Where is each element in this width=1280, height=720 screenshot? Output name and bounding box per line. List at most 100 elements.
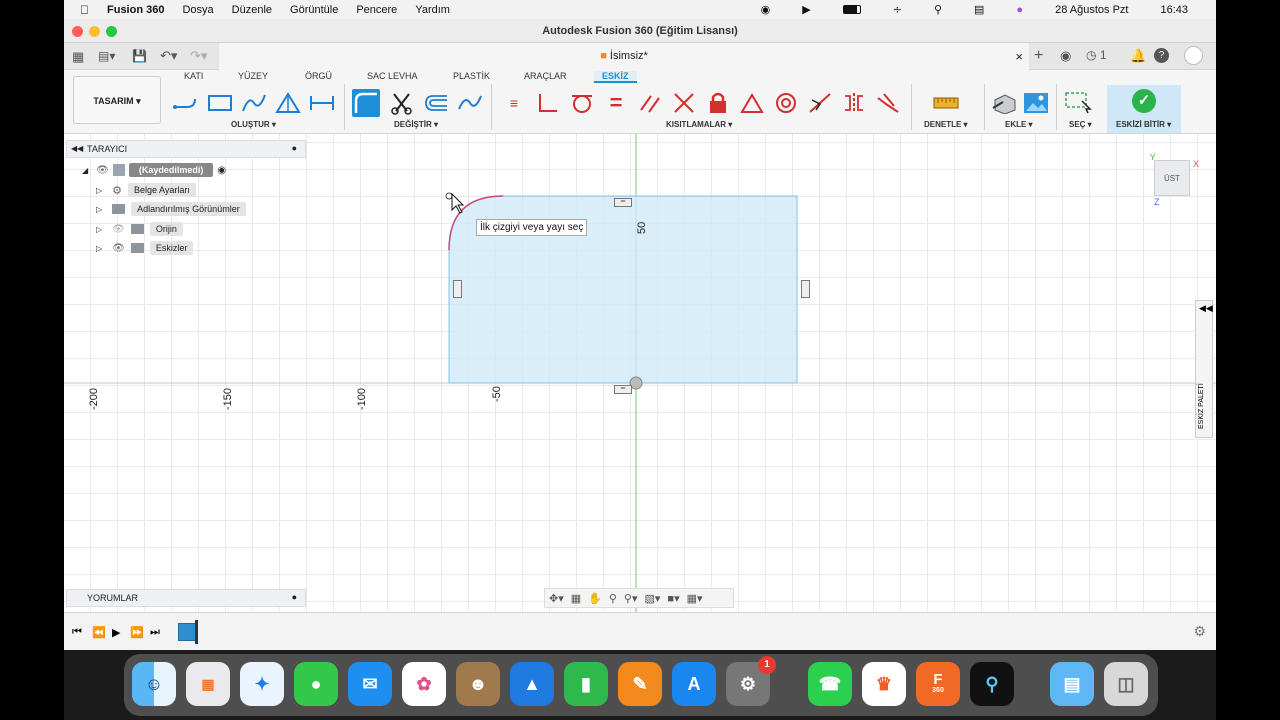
grid-settings-icon[interactable]: ■▾ xyxy=(667,592,679,605)
triangle-tool[interactable] xyxy=(274,89,302,117)
viewcube[interactable]: ÜST xyxy=(1154,160,1190,196)
vertical-constraint-glyph-left[interactable] xyxy=(453,280,462,298)
group-finish-sketch[interactable]: ESKİZİ BİTİR ▾ xyxy=(1116,120,1171,129)
expand-caret-icon[interactable]: ▷ xyxy=(96,186,102,195)
wifi-icon[interactable]: ∻ xyxy=(893,3,902,16)
expand-palette-icon[interactable]: ◀◀ xyxy=(1199,303,1213,314)
triangle-constraint-icon[interactable] xyxy=(738,89,766,117)
group-create[interactable]: OLUŞTUR ▾ xyxy=(231,120,276,129)
collapse-browser-icon[interactable]: ◀◀ xyxy=(71,144,83,153)
mail-icon[interactable]: ✉ xyxy=(348,662,392,706)
visibility-eye-icon[interactable]: 👁 xyxy=(112,243,125,254)
horizontal-constraint-glyph-bottom[interactable]: ═ xyxy=(614,385,632,394)
menu-yardim[interactable]: Yardım xyxy=(415,4,450,16)
fusion360-icon[interactable]: F 360 xyxy=(916,662,960,706)
parallel-constraint-icon[interactable] xyxy=(636,89,664,117)
look-at-icon[interactable]: ▦ xyxy=(571,592,581,605)
browser-item-belge-ayarlari[interactable]: ▷ ⚙ Belge Ayarları xyxy=(96,183,196,197)
fix-constraint-icon[interactable]: ≡ xyxy=(500,89,528,117)
document-tab[interactable]: ■ İsimsiz* × xyxy=(219,43,1029,70)
offset-tool[interactable] xyxy=(422,89,450,117)
launchpad-icon[interactable]: ▦ xyxy=(186,662,230,706)
sketch-canvas[interactable]: ═ ═ 50 İlk çizgiyi veya yayı seç -200 -1… xyxy=(64,134,1216,612)
tab-araclar[interactable]: ARAÇLAR xyxy=(524,71,567,81)
curvature-constraint-icon[interactable] xyxy=(874,89,902,117)
zoom-window-button[interactable] xyxy=(106,26,117,37)
insert-image-tool[interactable] xyxy=(1022,89,1050,117)
browser-item-named-views[interactable]: ▷ Adlandırılmış Görünümler xyxy=(96,202,246,216)
system-settings-icon[interactable]: ⚙ 1 xyxy=(726,656,776,706)
finder-icon[interactable]: ☺ xyxy=(132,662,176,706)
tab-sac-levha[interactable]: SAC LEVHA xyxy=(367,71,418,81)
display-settings-icon[interactable]: ▧▾ xyxy=(645,592,661,605)
select-tool[interactable] xyxy=(1064,89,1092,117)
browser-panel-header[interactable]: ◀◀ TARAYICI ● xyxy=(66,140,306,158)
photos-icon[interactable]: ✿ xyxy=(402,662,446,706)
vertical-constraint-glyph-right[interactable] xyxy=(801,280,810,298)
lock-constraint-icon[interactable] xyxy=(704,89,732,117)
timeline-marker[interactable] xyxy=(195,620,198,644)
expand-caret-icon[interactable]: ▷ xyxy=(96,205,102,214)
menu-goruntule[interactable]: Görüntüle xyxy=(290,4,338,16)
equal-constraint-icon[interactable]: = xyxy=(602,89,630,117)
spline-tool[interactable] xyxy=(240,89,268,117)
concentric-constraint-icon[interactable] xyxy=(772,89,800,117)
tab-plastik[interactable]: PLASTİK xyxy=(453,71,490,81)
file-menu-icon[interactable]: ▤▾ xyxy=(98,49,115,63)
spotlight-icon[interactable]: ⚲ xyxy=(934,3,942,16)
group-select[interactable]: SEÇ ▾ xyxy=(1069,120,1092,129)
extensions-icon[interactable]: ◉ xyxy=(1060,48,1071,64)
activate-radio-icon[interactable]: ◉ xyxy=(217,165,226,176)
play-timeline-icon[interactable]: ▶ xyxy=(112,626,120,639)
control-center-icon[interactable]: ▤ xyxy=(974,3,984,16)
visibility-eye-icon[interactable]: 👁 xyxy=(96,165,109,176)
job-status-icon[interactable]: ◷ 1 xyxy=(1086,48,1107,62)
step-forward-icon[interactable]: ⏩ xyxy=(130,626,144,639)
add-comment-icon[interactable]: ● xyxy=(292,592,297,602)
close-tab-icon[interactable]: × xyxy=(1015,43,1023,70)
menu-dosya[interactable]: Dosya xyxy=(182,4,213,16)
pan-hand-icon[interactable]: ✋ xyxy=(588,592,602,605)
pages-icon[interactable]: ✎ xyxy=(618,662,662,706)
browser-item-orijin[interactable]: ▷ 👁 Orijin xyxy=(96,222,183,236)
trim-tool[interactable] xyxy=(388,89,416,117)
perpendicular-constraint-icon[interactable] xyxy=(534,89,562,117)
horizontal-constraint-glyph-top[interactable]: ═ xyxy=(614,198,632,207)
record-icon[interactable]: ◉ xyxy=(761,3,771,16)
tab-yuzey[interactable]: YÜZEY xyxy=(238,71,268,81)
play-icon[interactable]: ▶ xyxy=(802,3,810,16)
orbit-icon[interactable]: ✥▾ xyxy=(549,592,564,605)
menubar-date[interactable]: 28 Ağustos Pzt xyxy=(1055,4,1128,16)
trash-icon[interactable]: ◫ xyxy=(1104,662,1148,706)
insert-derive-tool[interactable] xyxy=(990,89,1018,117)
go-to-start-icon[interactable]: ⏮ xyxy=(72,626,82,639)
minimize-window-button[interactable] xyxy=(89,26,100,37)
app-store-icon[interactable]: A xyxy=(672,662,716,706)
line-tool[interactable] xyxy=(172,89,200,117)
extend-tool[interactable] xyxy=(456,89,484,117)
timeline-settings-gear-icon[interactable]: ⚙ xyxy=(1193,623,1206,640)
tab-orgu[interactable]: ÖRGÜ xyxy=(305,71,332,81)
apple-menu-icon[interactable]:  xyxy=(80,3,89,17)
viewports-icon[interactable]: ▦▾ xyxy=(687,592,703,605)
browser-options-icon[interactable]: ● xyxy=(292,143,297,153)
menu-duzenle[interactable]: Düzenle xyxy=(232,4,272,16)
siri-icon[interactable]: ● xyxy=(1016,4,1023,16)
group-insert[interactable]: EKLE ▾ xyxy=(1005,120,1033,129)
rectangle-tool[interactable] xyxy=(206,89,234,117)
comments-panel[interactable]: YORUMLAR ● xyxy=(66,589,306,607)
folder-downloads-icon[interactable]: ▤ xyxy=(1050,662,1094,706)
fit-zoom-icon[interactable]: ⚲▾ xyxy=(624,592,638,605)
step-back-icon[interactable]: ⏪ xyxy=(92,626,106,639)
notifications-icon[interactable]: 🔔 xyxy=(1130,48,1146,64)
tab-kati[interactable]: KATI xyxy=(184,71,203,81)
profile-avatar[interactable] xyxy=(1184,46,1203,65)
app-grid-icon[interactable]: ▦ xyxy=(72,49,84,65)
group-constraints[interactable]: KISITLAMALAR ▾ xyxy=(666,120,732,129)
messages-icon[interactable]: ● xyxy=(294,662,338,706)
dimension-line-tool[interactable] xyxy=(308,89,336,117)
battery-icon[interactable] xyxy=(842,5,861,14)
midpoint-constraint-icon[interactable] xyxy=(806,89,834,117)
whatsapp-icon[interactable]: ☎ xyxy=(808,662,852,706)
browser-root-node[interactable]: ◢ 👁 (Kaydedilmedi) ◉ xyxy=(82,163,226,177)
